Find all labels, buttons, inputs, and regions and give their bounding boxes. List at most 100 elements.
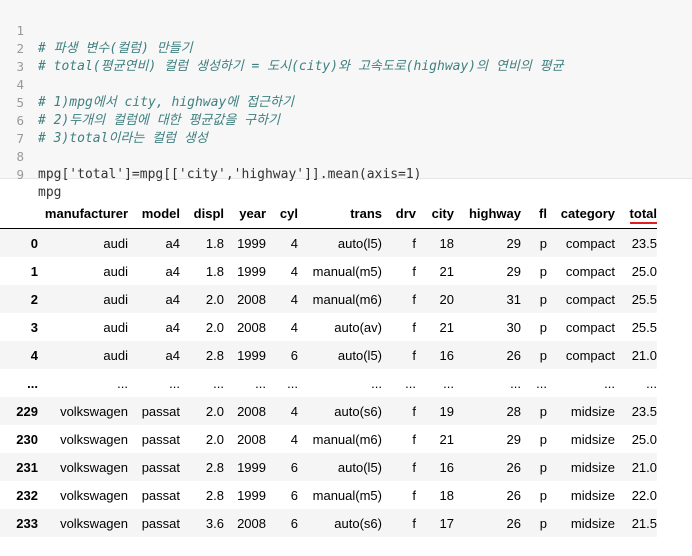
dataframe-output: manufacturer model displ year cyl trans … [0,198,692,537]
table-cell: 28 [506,403,521,419]
table-cell: 2.0 [205,431,224,447]
index-header [0,198,38,229]
table-cell: 25.5 [631,291,657,307]
code-line-5: 5 # 2)두개의 컬럼에 대한 평균값을 구하기 [0,76,692,128]
table-cell: a4 [165,347,180,363]
table-cell: volkswagen [60,515,128,531]
table-cell: 2008 [237,319,266,335]
table-cell: p [539,431,547,447]
column-header: trans [298,198,382,229]
row-index: 1 [30,263,38,279]
table-cell: volkswagen [60,403,128,419]
table-cell: 2.8 [205,347,224,363]
table-cell: compact [565,263,615,279]
code-cell[interactable]: 1 # 파생 변수(컬럼) 만들기 2 # total(평균연비) 컬럼 생성하… [0,0,692,200]
total-header-label: total [629,205,657,224]
table-cell: 1999 [237,347,266,363]
table-cell: 4 [290,263,298,279]
table-cell: f [412,403,416,419]
table-cell: p [539,487,547,503]
code-line-9: 9 mpg [0,148,692,200]
table-cell: f [412,263,416,279]
table-cell: passat [141,487,180,503]
table-cell: audi [103,263,128,279]
table-cell: p [539,403,547,419]
table-cell: volkswagen [60,487,128,503]
row-index: 231 [16,459,38,475]
row-index: ... [27,375,38,391]
table-cell: 26 [506,347,521,363]
table-cell: midsize [570,431,615,447]
table-cell: midsize [570,515,615,531]
table-cell: volkswagen [60,459,128,475]
table-cell: f [412,291,416,307]
code-line-1: 1 # 파생 변수(컬럼) 만들기 [0,4,692,56]
table-cell: compact [565,347,615,363]
code-line-8: 8 mpg['total']=mpg[['city','highway']].m… [0,130,692,182]
table-cell: ... [371,375,382,391]
table-cell: 17 [439,515,454,531]
table-cell: 1.8 [205,263,224,279]
table-cell: 26 [506,459,521,475]
code-statement: mpg['total']=mpg[['city','highway']].mea… [38,167,422,182]
table-header-row: manufacturer model displ year cyl trans … [0,198,657,229]
column-header: city [416,198,454,229]
table-cell: manual(m5) [312,263,382,279]
column-header: displ [180,198,224,229]
table-row: 0 audi a4 1.8 1999 4 auto(l5) f 18 29 p compact 23.5 [0,228,657,257]
column-header: fl [521,198,547,229]
table-cell: auto(l5) [337,347,382,363]
table-cell: ... [117,375,128,391]
table-cell: midsize [570,403,615,419]
table-cell: 21 [439,263,454,279]
table-cell: 16 [439,347,454,363]
table-cell: ... [536,375,547,391]
table-cell: 29 [506,431,521,447]
table-cell: midsize [570,459,615,475]
table-cell: 6 [290,487,298,503]
table-cell: 2.0 [205,319,224,335]
table-cell: 29 [506,235,521,251]
table-row: 3 audi a4 2.0 2008 4 auto(av) f 21 30 p compact 25.5 [0,313,657,341]
table-cell: 4 [290,235,298,251]
table-cell: auto(l5) [337,459,382,475]
table-cell: f [412,235,416,251]
row-index: 2 [30,291,38,307]
table-cell: manual(m5) [312,487,382,503]
table-cell: 25.5 [631,319,657,335]
table-cell: 1.8 [205,235,224,251]
table-cell: a4 [165,235,180,251]
table-cell: compact [565,291,615,307]
table-cell: 1999 [237,263,266,279]
table-cell: f [412,487,416,503]
table-cell: 1999 [237,235,266,251]
table-cell: 31 [506,291,521,307]
column-header: highway [454,198,521,229]
table-cell: p [539,263,547,279]
table-cell: 4 [290,431,298,447]
table-cell: 16 [439,459,454,475]
column-header: manufacturer [38,198,128,229]
table-cell: a4 [165,263,180,279]
table-cell: manual(m6) [312,291,382,307]
table-cell: 21 [439,431,454,447]
table-row: 229 volkswagen passat 2.0 2008 4 auto(s6) f 19 28… [0,397,657,425]
table-cell: 18 [439,487,454,503]
table-cell: ... [213,375,224,391]
table-cell: 2008 [237,403,266,419]
table-cell: auto(s6) [334,403,382,419]
table-cell: a4 [165,291,180,307]
table-cell: 2.0 [205,403,224,419]
table-cell: 4 [290,291,298,307]
table-cell: 25.0 [631,263,657,279]
row-index: 232 [16,487,38,503]
table-row: 232 volkswagen passat 2.8 1999 6 manual(m5) f 18… [0,481,657,509]
table-row: 1 audi a4 1.8 1999 4 manual(m5) f 21 29 p compact 25… [0,257,657,285]
table-cell: 4 [290,403,298,419]
code-line-7: 7 [0,112,692,146]
table-cell: p [539,347,547,363]
row-index: 230 [16,431,38,447]
table-cell: 21 [439,319,454,335]
table-cell: ... [287,375,298,391]
table-row: 2 audi a4 2.0 2008 4 manual(m6) f 20 31 p compact 25… [0,285,657,313]
